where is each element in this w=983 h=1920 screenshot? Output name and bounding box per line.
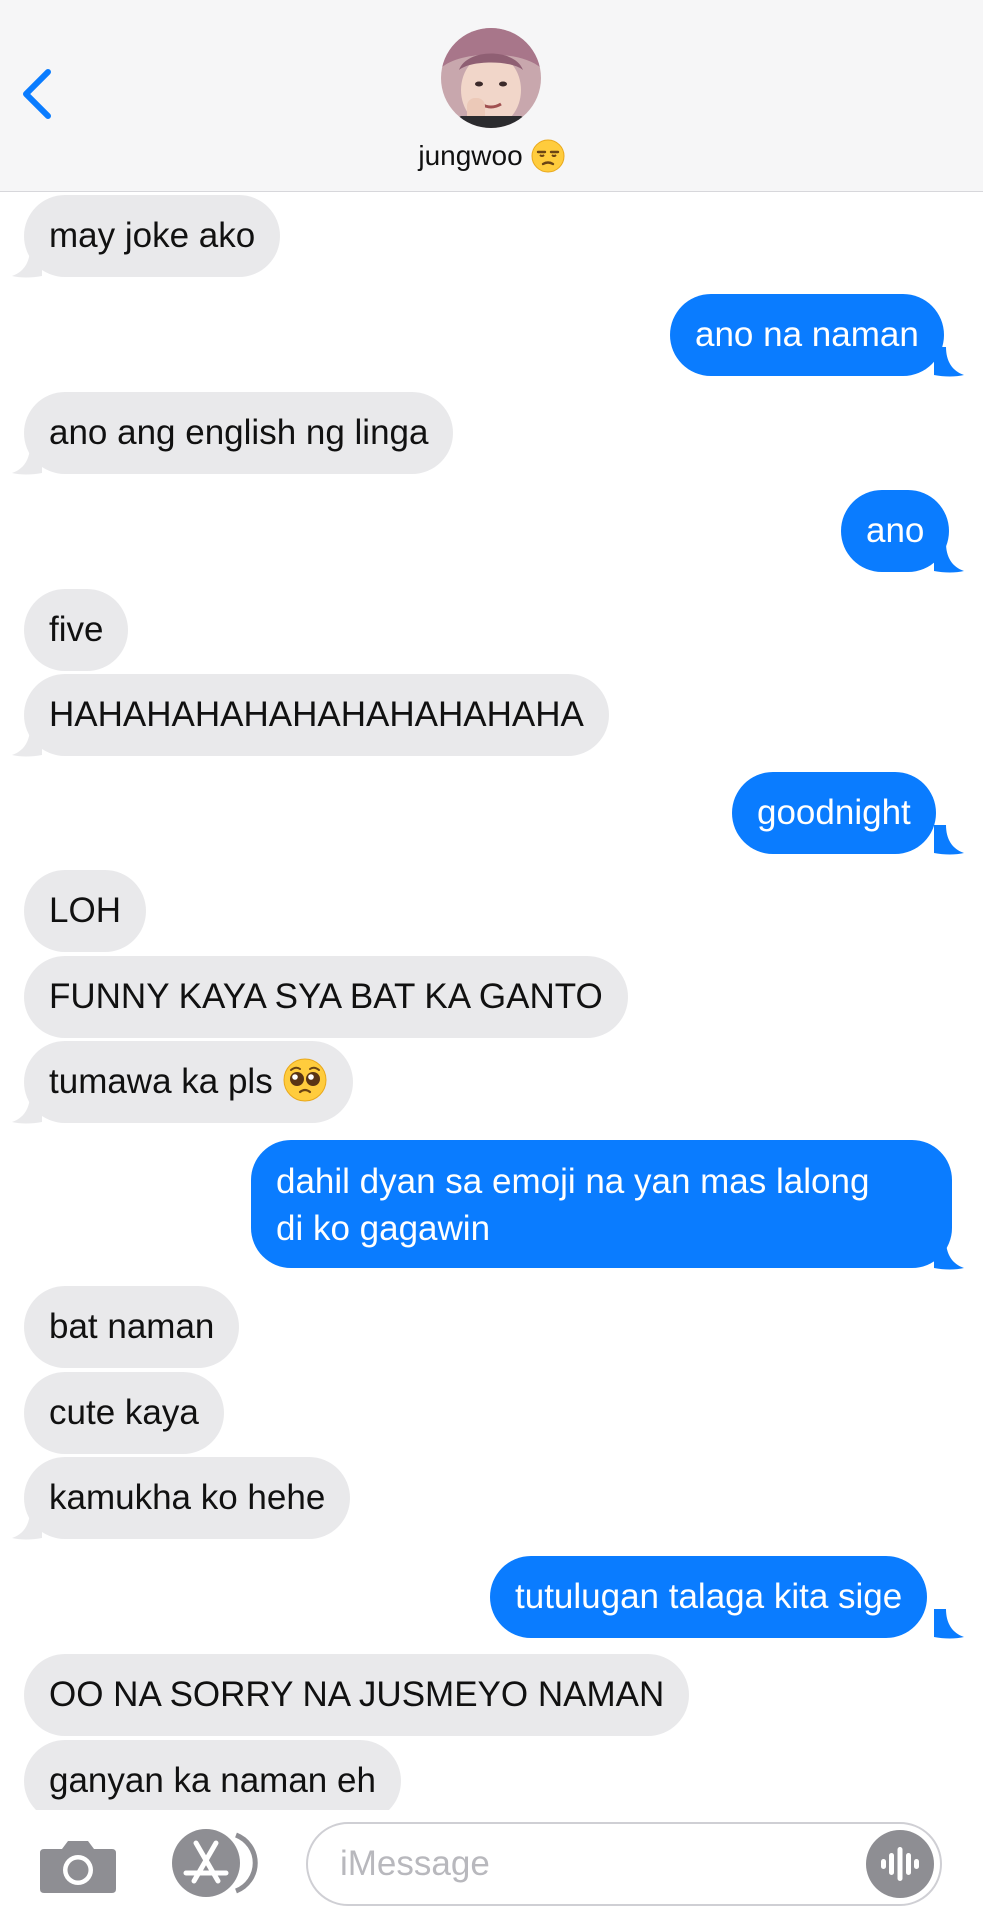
message-text-line: di ko gagawin [276, 1209, 491, 1248]
message-bubble-sent[interactable]: goodnight [732, 772, 936, 854]
message-bubble-received[interactable]: cute kaya [24, 1372, 224, 1454]
message-text: tumawa ka pls [49, 1062, 273, 1101]
message-bubble-sent[interactable]: ano na naman [670, 294, 944, 376]
bubble-tail [934, 1609, 964, 1639]
message-bubble-received[interactable]: FUNNY KAYA SYA BAT KA GANTO [24, 956, 628, 1038]
bubble-tail [934, 825, 964, 855]
bubble-tail [934, 543, 964, 573]
message-bubble-received[interactable]: tumawa ka pls [24, 1041, 354, 1123]
message-input[interactable]: iMessage [306, 1822, 942, 1906]
bubble-tail [934, 1240, 964, 1270]
message-bubble-received[interactable]: ganyan ka naman eh [24, 1740, 401, 1810]
bubble-tail [12, 727, 42, 757]
message-thread[interactable]: may joke ako ano na naman ano ang englis… [0, 192, 983, 1810]
bubble-tail [12, 1094, 42, 1124]
message-input-placeholder: iMessage [340, 1844, 490, 1883]
pleading-face-emoji-icon [283, 1058, 327, 1102]
app-store-icon[interactable] [166, 1827, 260, 1899]
message-bubble-sent[interactable]: dahil dyan sa emoji na yan mas lalong di… [251, 1140, 952, 1268]
avatar[interactable] [441, 28, 541, 128]
message-text-line: dahil dyan sa emoji na yan mas lalong [276, 1162, 870, 1201]
message-bubble-received[interactable]: ano ang english ng linga [24, 392, 454, 474]
contact-name[interactable]: jungwoo [0, 138, 983, 174]
bubble-tail [934, 347, 964, 377]
camera-icon[interactable] [38, 1835, 118, 1895]
message-bubble-sent[interactable]: tutulugan talaga kita sige [490, 1556, 928, 1638]
unamused-face-emoji-icon [531, 139, 565, 173]
contact-name-label: jungwoo [418, 140, 523, 171]
bubble-tail [12, 248, 42, 278]
audio-waveform-icon[interactable] [866, 1830, 934, 1898]
message-bubble-received[interactable]: kamukha ko hehe [24, 1457, 351, 1539]
message-bubble-received[interactable]: OO NA SORRY NA JUSMEYO NAMAN [24, 1654, 690, 1736]
message-bubble-received[interactable]: bat naman [24, 1286, 240, 1368]
conversation-header: jungwoo [0, 0, 983, 192]
message-bubble-received[interactable]: HAHAHAHAHAHAHAHAHAHAHA [24, 674, 609, 756]
bubble-tail [12, 1510, 42, 1540]
message-bubble-received[interactable]: LOH [24, 870, 146, 952]
message-bubble-received[interactable]: five [24, 589, 129, 671]
bubble-tail [12, 445, 42, 475]
message-bubble-received[interactable]: may joke ako [24, 195, 281, 277]
chevron-left-icon[interactable] [18, 66, 58, 122]
